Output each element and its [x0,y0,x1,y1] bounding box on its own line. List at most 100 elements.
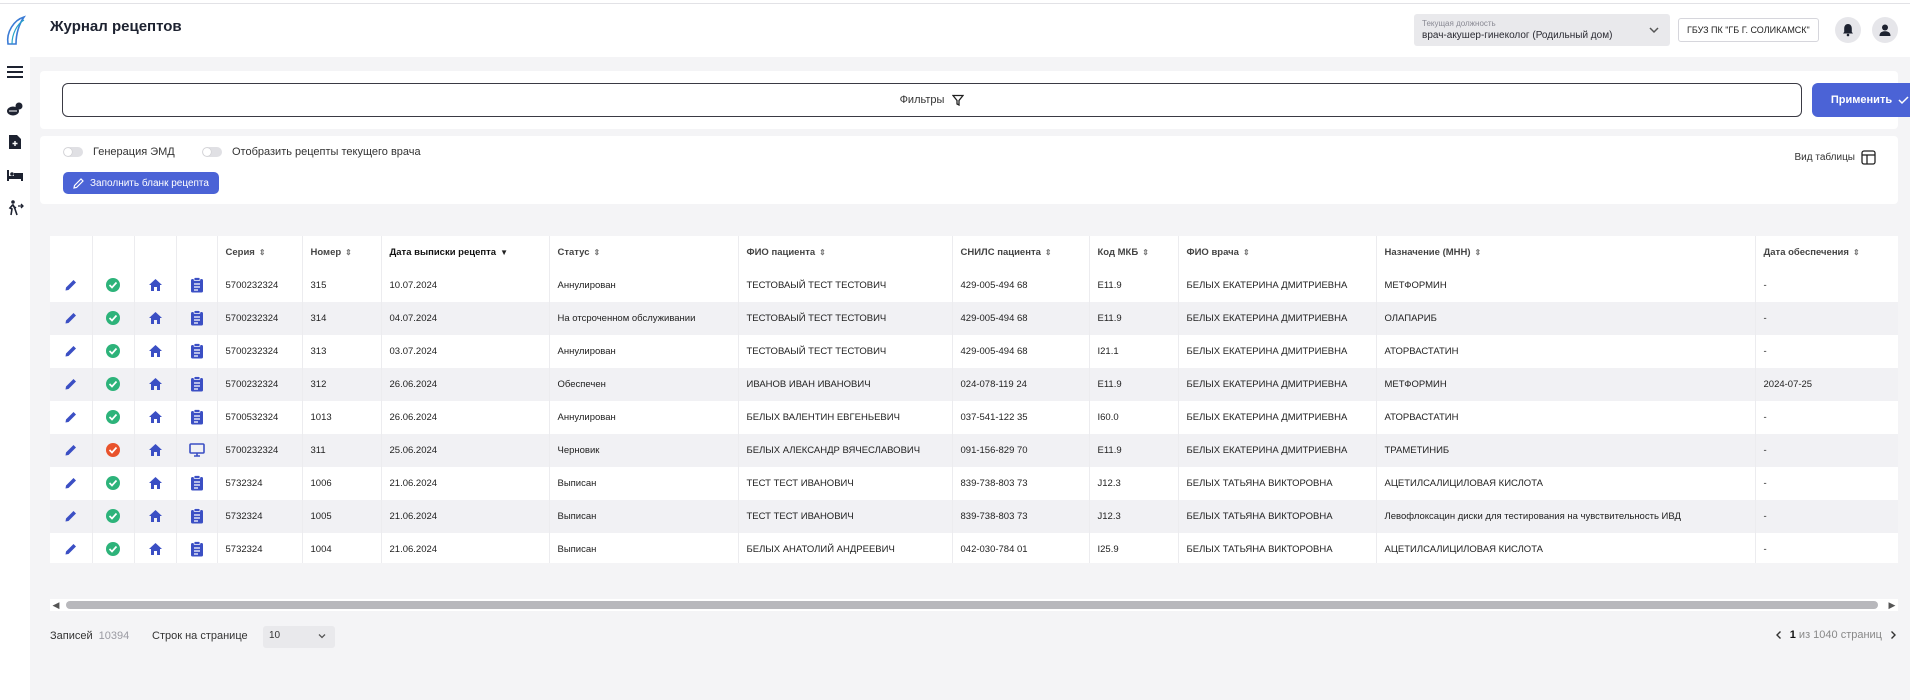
sort-icon[interactable]: ⇕ [1142,248,1149,257]
column-header-series[interactable]: Серия ⇕ [217,236,303,269]
column-header-issue-date[interactable]: Дата выписки рецепта ▼ [381,236,550,269]
horizontal-scrollbar[interactable]: ◀ ▶ [50,599,1898,611]
sort-icon[interactable]: ⇕ [1243,248,1250,257]
home-cell[interactable] [134,269,177,302]
pencil-icon[interactable] [62,342,80,360]
table-row[interactable]: 5700232324 311 25.06.2024 Черновик БЕЛЫХ АЛЕ… [50,434,1898,467]
home-cell[interactable] [134,533,177,563]
column-header-fulfillment-date[interactable]: Дата обеспечения ⇕ [1755,236,1898,269]
pencil-icon[interactable] [62,507,80,525]
position-select[interactable]: Текущая должность врач-акушер-гинеколог … [1414,14,1670,46]
scroll-right-arrow-icon[interactable]: ▶ [1886,599,1898,611]
sidebar-item-hospital[interactable] [4,164,26,186]
edit-cell[interactable] [50,335,93,368]
home-icon[interactable] [146,276,164,294]
monitor-icon[interactable] [188,441,206,459]
toggle-current-doctor[interactable]: Отобразить рецепты текущего врача [202,146,421,158]
toggle-emd-switch[interactable] [63,147,83,157]
sidebar-item-documents[interactable] [4,131,26,153]
source-cell[interactable] [176,368,218,401]
column-header-icd-code[interactable]: Код МКБ ⇕ [1089,236,1179,269]
edit-cell[interactable] [50,434,93,467]
edit-cell[interactable] [50,500,93,533]
sort-icon[interactable]: ⇕ [259,248,266,257]
sidebar-item-medications[interactable] [4,98,26,120]
source-cell[interactable] [176,533,218,563]
column-header-status[interactable]: Статус ⇕ [549,236,739,269]
edit-cell[interactable] [50,401,93,434]
pencil-icon[interactable] [62,408,80,426]
home-icon[interactable] [146,507,164,525]
sort-icon[interactable]: ⇕ [594,248,601,257]
edit-cell[interactable] [50,467,93,500]
clipboard-icon[interactable] [188,507,206,525]
toggle-current-doctor-switch[interactable] [202,147,222,157]
fill-prescription-button[interactable]: Заполнить бланк рецепта [63,172,219,194]
column-header-prescription[interactable]: Назначение (МНН) ⇕ [1376,236,1756,269]
clipboard-icon[interactable] [188,309,206,327]
source-cell[interactable] [176,401,218,434]
edit-cell[interactable] [50,368,93,401]
sidebar-item-transfers[interactable] [4,197,26,219]
chevron-left-icon[interactable] [1774,630,1784,640]
clipboard-icon[interactable] [188,342,206,360]
table-view-button[interactable]: Вид таблицы [1794,150,1876,165]
clipboard-icon[interactable] [188,408,206,426]
table-row[interactable]: 5732324 1006 21.06.2024 Выписан ТЕСТ ТЕСТ ИВ… [50,467,1898,500]
home-icon[interactable] [146,474,164,492]
sort-desc-icon[interactable]: ▼ [500,248,508,257]
column-header-snils[interactable]: СНИЛС пациента ⇕ [952,236,1090,269]
home-icon[interactable] [146,309,164,327]
chevron-right-icon[interactable] [1888,630,1898,640]
table-row[interactable]: 5700532324 1013 26.06.2024 Аннулирован БЕЛЫХ… [50,401,1898,434]
profile-button[interactable] [1872,17,1898,43]
edit-cell[interactable] [50,302,93,335]
source-cell[interactable] [176,434,218,467]
column-header-patient-name[interactable]: ФИО пациента ⇕ [738,236,953,269]
menu-button[interactable] [4,61,26,83]
clipboard-icon[interactable] [188,540,206,558]
home-icon[interactable] [146,342,164,360]
source-cell[interactable] [176,335,218,368]
table-row[interactable]: 5700232324 312 26.06.2024 Обеспечен ИВАНОВ И… [50,368,1898,401]
sort-icon[interactable]: ⇕ [819,248,826,257]
pencil-icon[interactable] [62,540,80,558]
edit-cell[interactable] [50,533,93,563]
scroll-left-arrow-icon[interactable]: ◀ [50,599,62,611]
source-cell[interactable] [176,500,218,533]
home-icon[interactable] [146,441,164,459]
source-cell[interactable] [176,302,218,335]
pencil-icon[interactable] [62,474,80,492]
organization-button[interactable]: ГБУЗ ПК "ГБ Г. СОЛИКАМСК" [1678,18,1819,42]
sort-icon[interactable]: ⇕ [1853,248,1860,257]
home-icon[interactable] [146,540,164,558]
home-cell[interactable] [134,335,177,368]
home-cell[interactable] [134,434,177,467]
source-cell[interactable] [176,467,218,500]
table-row[interactable]: 5700232324 315 10.07.2024 Аннулирован ТЕСТОВ… [50,269,1898,302]
home-cell[interactable] [134,368,177,401]
column-header-doctor-name[interactable]: ФИО врача ⇕ [1178,236,1377,269]
column-header-number[interactable]: Номер ⇕ [302,236,382,269]
clipboard-icon[interactable] [188,375,206,393]
pencil-icon[interactable] [62,375,80,393]
pencil-icon[interactable] [62,276,80,294]
table-row[interactable]: 5732324 1005 21.06.2024 Выписан ТЕСТ ТЕСТ ИВ… [50,500,1898,533]
home-cell[interactable] [134,302,177,335]
rows-per-page-select[interactable]: 10 [263,626,335,648]
home-cell[interactable] [134,401,177,434]
table-row[interactable]: 5732324 1004 21.06.2024 Выписан БЕЛЫХ АНАТОЛ… [50,533,1898,563]
toggle-emd[interactable]: Генерация ЭМД [63,146,175,158]
source-cell[interactable] [176,269,218,302]
table-row[interactable]: 5700232324 314 04.07.2024 На отсроченном об… [50,302,1898,335]
sort-icon[interactable]: ⇕ [345,248,352,257]
filters-button[interactable]: Фильтры [62,83,1802,117]
home-icon[interactable] [146,375,164,393]
table-row[interactable]: 5700232324 313 03.07.2024 Аннулирован ТЕСТОВ… [50,335,1898,368]
scroll-thumb[interactable] [66,601,1878,609]
clipboard-icon[interactable] [188,474,206,492]
apply-button[interactable]: Применить [1812,83,1910,117]
pencil-icon[interactable] [62,309,80,327]
home-icon[interactable] [146,408,164,426]
home-cell[interactable] [134,467,177,500]
